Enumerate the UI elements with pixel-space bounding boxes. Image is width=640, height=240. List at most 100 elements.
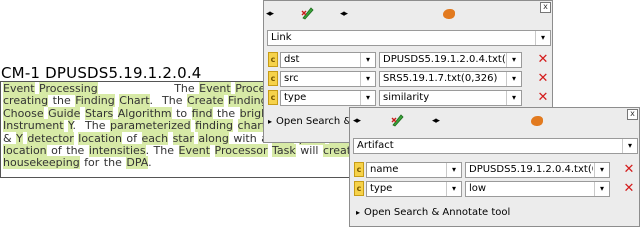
- annotated-token[interactable]: Choose: [3, 106, 44, 120]
- annotated-token[interactable]: finding: [195, 119, 234, 133]
- chevron-down-icon[interactable]: ▾: [594, 182, 609, 196]
- annotated-token[interactable]: Event: [3, 82, 35, 95]
- close-icon[interactable]: x: [540, 2, 551, 13]
- edit-pencil-icon[interactable]: [390, 112, 406, 128]
- annotated-token[interactable]: star: [172, 131, 194, 145]
- chevron-down-icon[interactable]: ▾: [622, 139, 637, 153]
- annotated-token[interactable]: detector: [27, 131, 74, 145]
- annotated-token[interactable]: Create: [186, 94, 224, 108]
- feature-name-combo[interactable]: src ▾: [280, 71, 376, 87]
- annotated-token[interactable]: chart: [237, 119, 267, 133]
- annotation-type-value: Artifact: [357, 140, 394, 151]
- feature-value-combo[interactable]: similarity ▾: [379, 90, 522, 106]
- text-run: [233, 119, 238, 132]
- annotated-token[interactable]: location: [3, 144, 47, 158]
- chevron-down-icon[interactable]: ▾: [446, 163, 461, 177]
- delete-feature-icon[interactable]: ✕: [536, 91, 550, 105]
- chevron-down-icon[interactable]: ▾: [506, 91, 521, 105]
- feature-value: DPUSDS5.19.1.2.0.4.txt(0,487): [469, 164, 593, 175]
- annotated-token[interactable]: Algorithm: [117, 106, 172, 120]
- feature-icon: c: [354, 162, 364, 177]
- feature-name-combo[interactable]: type ▾: [280, 90, 376, 106]
- chevron-down-icon[interactable]: ▾: [360, 72, 375, 86]
- annotated-token[interactable]: location: [78, 131, 122, 145]
- annotated-token[interactable]: Processor: [214, 144, 268, 158]
- annotated-token[interactable]: find: [191, 106, 213, 120]
- text-run: to: [171, 106, 192, 120]
- annotated-token[interactable]: Instrument: [3, 119, 64, 133]
- annotated-token[interactable]: along: [198, 131, 229, 145]
- feature-value-combo[interactable]: low ▾: [465, 181, 610, 197]
- text-run: The: [97, 82, 200, 95]
- delete-feature-icon[interactable]: ✕: [622, 182, 636, 196]
- annotation-type-value: Link: [271, 32, 292, 43]
- feature-value: low: [469, 183, 487, 194]
- feature-name-combo[interactable]: type ▾: [366, 181, 462, 197]
- chevron-down-icon[interactable]: ▾: [360, 53, 375, 67]
- nav-arrows-icon[interactable]: ◂▸: [353, 116, 361, 126]
- text-run: .: [148, 156, 152, 170]
- open-search-annotate-tool[interactable]: ▸Open Search & Annotate tool: [356, 207, 510, 218]
- feature-name: src: [284, 73, 299, 84]
- feature-name: type: [370, 183, 393, 194]
- text-run: &: [3, 131, 17, 145]
- annotation-type-combo[interactable]: Link ▾: [267, 30, 551, 46]
- annotated-token[interactable]: DPA: [126, 156, 149, 170]
- feature-value-combo[interactable]: DPUSDS5.19.1.2.0.4.txt(0,487)▾: [379, 52, 522, 68]
- pin-icon[interactable]: [531, 116, 543, 126]
- chevron-down-icon[interactable]: ▾: [446, 182, 461, 196]
- feature-name: type: [284, 92, 307, 103]
- chevron-down-icon[interactable]: ▾: [360, 91, 375, 105]
- delete-feature-icon[interactable]: ✕: [536, 53, 550, 67]
- feature-name: name: [370, 164, 399, 175]
- annotated-token[interactable]: Event: [199, 82, 231, 95]
- text-run: . The: [149, 94, 187, 108]
- text-run: will: [295, 144, 323, 158]
- nav-arrows-icon[interactable]: ◂▸: [266, 9, 274, 19]
- chevron-down-icon[interactable]: ▾: [506, 53, 521, 67]
- chevron-down-icon[interactable]: ▾: [535, 31, 550, 45]
- text-run: [210, 144, 215, 157]
- chevron-down-icon[interactable]: ▾: [594, 163, 609, 177]
- annotated-token[interactable]: Finding: [228, 94, 268, 108]
- annotated-token[interactable]: Chart: [119, 94, 150, 108]
- annotated-token[interactable]: Stars: [84, 106, 114, 120]
- artifact-annotation-panel: ◂▸ ◂▸ x Artifact ▾ c name ▾ DPUSDS5.19.1.2.…: [349, 107, 640, 227]
- document-title: CM-1 DPUSDS5.19.1.2.0.4: [1, 64, 202, 82]
- text-run: the: [212, 106, 240, 120]
- annotated-token[interactable]: Finding: [75, 94, 115, 108]
- nav-arrows-icon[interactable]: ◂▸: [340, 9, 348, 19]
- expand-triangle-icon: ▸: [268, 117, 273, 126]
- text-run: for the: [79, 156, 127, 170]
- edit-pencil-icon[interactable]: [300, 5, 316, 21]
- annotated-token[interactable]: housekeeping: [3, 156, 80, 170]
- feature-value: SRS5.19.1.7.txt(0,326): [383, 73, 498, 84]
- delete-feature-icon[interactable]: ✕: [536, 72, 550, 86]
- annotated-token[interactable]: each: [141, 131, 169, 145]
- document-line: housekeeping for the DPA.: [3, 156, 379, 170]
- open-tool-label: Open Search & Annotate tool: [364, 207, 511, 218]
- chevron-down-icon[interactable]: ▾: [506, 72, 521, 86]
- annotated-token[interactable]: parameterized: [109, 119, 191, 133]
- feature-name-combo[interactable]: name ▾: [366, 162, 462, 178]
- annotated-token[interactable]: Guide: [48, 106, 81, 120]
- text-run: of: [121, 131, 142, 145]
- delete-feature-icon[interactable]: ✕: [622, 163, 636, 177]
- close-icon[interactable]: x: [627, 109, 638, 120]
- feature-icon: c: [268, 90, 278, 105]
- annotated-token[interactable]: Event: [178, 144, 211, 158]
- feature-value-combo[interactable]: DPUSDS5.19.1.2.0.4.txt(0,487)▾: [465, 162, 610, 178]
- annotated-token[interactable]: Y: [16, 131, 23, 145]
- feature-value: similarity: [383, 92, 430, 103]
- annotated-token[interactable]: creating: [3, 94, 49, 108]
- text-run: . The: [145, 144, 179, 158]
- nav-arrows-icon[interactable]: ◂▸: [432, 116, 440, 126]
- annotated-token[interactable]: Task: [272, 144, 296, 158]
- text-run: the: [48, 94, 76, 108]
- annotation-type-combo[interactable]: Artifact ▾: [353, 138, 638, 154]
- annotated-token[interactable]: Processing: [39, 82, 98, 95]
- annotated-token[interactable]: intensities: [88, 144, 146, 158]
- feature-value-combo[interactable]: SRS5.19.1.7.txt(0,326) ▾: [379, 71, 522, 87]
- feature-name-combo[interactable]: dst ▾: [280, 52, 376, 68]
- pin-icon[interactable]: [443, 9, 455, 19]
